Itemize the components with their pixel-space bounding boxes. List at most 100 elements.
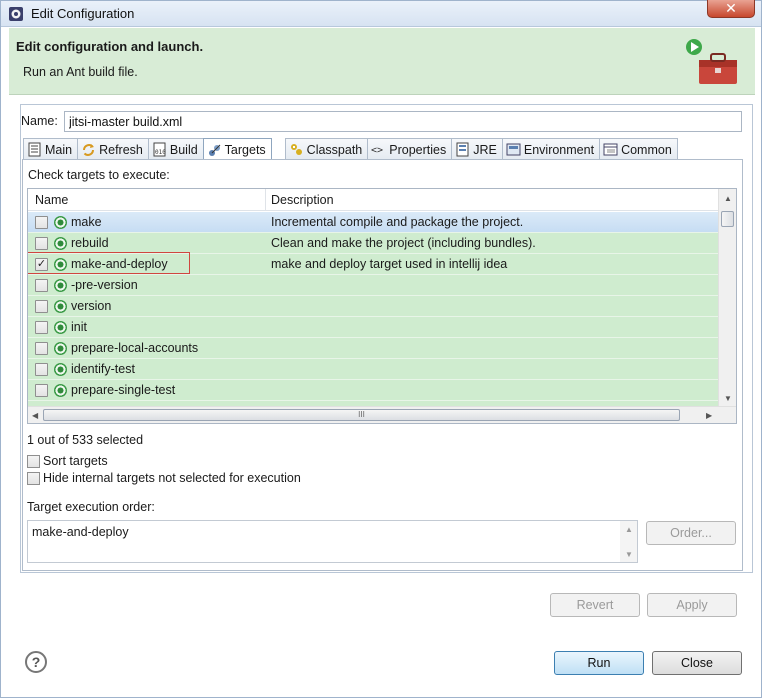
target-name: make-and-deploy xyxy=(71,257,168,271)
horizontal-scroll-thumb[interactable]: III xyxy=(43,409,680,421)
tab-environment-label: Environment xyxy=(523,142,595,157)
execution-order-list[interactable]: make-and-deploy ▲ ▼ xyxy=(27,520,638,563)
svg-text:<>: <> xyxy=(371,145,383,156)
revert-button[interactable]: Revert xyxy=(550,593,640,617)
target-icon xyxy=(54,342,67,355)
target-description: Incremental compile and package the proj… xyxy=(271,215,524,229)
vertical-scroll-thumb[interactable] xyxy=(721,211,734,227)
table-row[interactable]: rebuild Clean and make the project (incl… xyxy=(28,233,718,254)
name-input[interactable] xyxy=(64,111,742,132)
tab-main[interactable]: Main xyxy=(23,138,79,160)
scroll-down-icon[interactable]: ▼ xyxy=(724,394,732,403)
target-description: make and deploy target used in intellij … xyxy=(271,257,508,271)
classpath-icon xyxy=(290,144,302,155)
tab-common-label: Common xyxy=(621,142,672,157)
horizontal-scrollbar[interactable]: ◀ III ▶ xyxy=(28,406,736,423)
scroll-left-icon[interactable]: ◀ xyxy=(32,411,38,420)
header-banner: Edit configuration and launch. Run an An… xyxy=(9,28,755,95)
tab-build-label: Build xyxy=(169,142,198,157)
target-checkbox[interactable] xyxy=(35,384,48,397)
target-checkbox[interactable] xyxy=(35,321,48,334)
table-row[interactable]: ✓ make-and-deploy make and deploy target… xyxy=(28,252,718,275)
tab-refresh[interactable]: Refresh xyxy=(77,138,149,160)
table-header: Name Description xyxy=(28,189,718,211)
target-icon xyxy=(54,321,67,334)
hide-internal-checkbox[interactable] xyxy=(27,471,40,485)
target-icon xyxy=(54,237,67,250)
table-row[interactable]: prepare-local-accounts xyxy=(28,338,718,359)
column-header-name[interactable]: Name xyxy=(35,193,68,207)
target-checkbox[interactable] xyxy=(35,342,48,355)
sort-targets-checkbox[interactable] xyxy=(27,454,40,468)
table-row[interactable]: make Incremental compile and package the… xyxy=(28,212,718,233)
table-row[interactable]: init xyxy=(28,317,718,338)
table-row[interactable]: version xyxy=(28,296,718,317)
window-close-button[interactable]: ✕ xyxy=(707,0,755,18)
tab-targets-label: Targets xyxy=(224,143,266,157)
scroll-up-icon[interactable]: ▲ xyxy=(625,525,633,534)
target-icon xyxy=(54,300,67,313)
selected-count: 1 out of 533 selected xyxy=(27,433,144,447)
title-bar: Edit Configuration ✕ xyxy=(1,0,761,27)
tab-properties[interactable]: <> Properties xyxy=(367,138,453,160)
main-icon xyxy=(28,142,41,157)
tab-properties-label: Properties xyxy=(389,142,447,157)
build-icon: 010 xyxy=(153,142,166,157)
svg-text:010: 010 xyxy=(155,149,166,156)
table-row[interactable]: prepare-single-test xyxy=(28,380,718,401)
check-targets-label: Check targets to execute: xyxy=(28,168,170,182)
tab-refresh-label: Refresh xyxy=(99,142,143,157)
tab-classpath-label: Classpath xyxy=(306,142,363,157)
target-checkbox-checked[interactable]: ✓ xyxy=(35,258,48,271)
apply-button[interactable]: Apply xyxy=(647,593,737,617)
target-description: Clean and make the project (including bu… xyxy=(271,236,536,250)
properties-icon: <> xyxy=(371,145,383,156)
tab-common[interactable]: Common xyxy=(599,138,678,160)
target-name: init xyxy=(71,320,87,334)
tab-targets[interactable]: Targets xyxy=(202,138,272,161)
target-icon xyxy=(54,363,67,376)
hide-internal-option[interactable]: Hide internal targets not selected for e… xyxy=(27,471,301,485)
sort-targets-label: Sort targets xyxy=(43,454,108,468)
execution-order-label: Target execution order: xyxy=(27,500,155,514)
target-icon xyxy=(54,384,67,397)
run-button[interactable]: Run xyxy=(554,651,644,675)
banner-title: Edit configuration and launch. xyxy=(16,39,204,54)
environment-icon xyxy=(506,143,521,156)
tab-jre-label: JRE xyxy=(473,142,497,157)
order-button[interactable]: Order... xyxy=(646,521,736,545)
target-icon xyxy=(54,216,67,229)
target-checkbox[interactable] xyxy=(35,300,48,313)
jre-icon xyxy=(456,142,469,157)
target-checkbox[interactable] xyxy=(35,216,48,229)
window-title: Edit Configuration xyxy=(31,6,135,21)
table-row[interactable]: identify-test xyxy=(28,359,718,380)
tab-environment[interactable]: Environment xyxy=(501,138,601,160)
target-name: -pre-version xyxy=(71,278,138,292)
tab-bar: Main Refresh 010 Build Targets Classpath… xyxy=(23,138,678,161)
column-divider[interactable] xyxy=(265,189,266,211)
target-name: prepare-local-accounts xyxy=(71,341,199,355)
tab-build[interactable]: 010 Build xyxy=(147,138,204,160)
target-name: version xyxy=(71,299,112,313)
close-button[interactable]: Close xyxy=(652,651,742,675)
target-checkbox[interactable] xyxy=(35,237,48,250)
target-checkbox[interactable] xyxy=(35,363,48,376)
table-row[interactable]: -pre-version xyxy=(28,275,718,296)
help-icon[interactable]: ? xyxy=(25,651,47,673)
column-header-description[interactable]: Description xyxy=(271,193,334,207)
edit-configuration-dialog: Edit Configuration ✕ Edit configuration … xyxy=(0,0,762,698)
target-name: prepare-single-test xyxy=(71,383,176,397)
sort-targets-option[interactable]: Sort targets xyxy=(27,454,108,468)
tab-jre[interactable]: JRE xyxy=(451,138,503,160)
vertical-scrollbar[interactable]: ▲ ▼ xyxy=(718,189,736,407)
scroll-up-icon[interactable]: ▲ xyxy=(724,194,732,203)
target-icon xyxy=(54,258,67,271)
scroll-right-icon[interactable]: ▶ xyxy=(706,411,712,420)
refresh-icon xyxy=(83,144,95,156)
scroll-down-icon[interactable]: ▼ xyxy=(625,550,633,559)
target-checkbox[interactable] xyxy=(35,279,48,292)
order-scrollbar[interactable]: ▲ ▼ xyxy=(620,521,637,562)
tab-classpath[interactable]: Classpath xyxy=(284,138,369,160)
name-label: Name: xyxy=(21,114,58,128)
